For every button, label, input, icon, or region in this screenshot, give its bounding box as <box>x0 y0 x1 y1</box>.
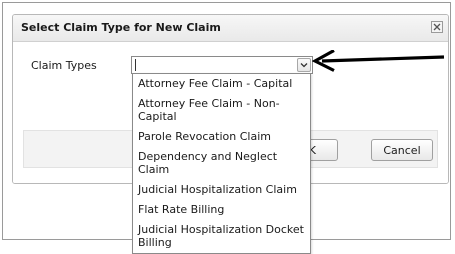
dropdown-option[interactable]: Judicial Hospitalization Docket Billing <box>133 220 310 253</box>
close-icon <box>433 23 441 31</box>
dropdown-option[interactable]: Attorney Fee Claim - Non-Capital <box>133 94 310 127</box>
text-cursor <box>135 59 136 71</box>
dropdown-option[interactable]: Attorney Fee Claim - Capital <box>133 74 310 94</box>
cancel-button[interactable]: Cancel <box>371 139 433 161</box>
claim-types-label: Claim Types <box>31 59 97 72</box>
arrow-left-icon <box>312 50 445 72</box>
claim-types-dropdown-list: Attorney Fee Claim - Capital Attorney Fe… <box>132 73 311 254</box>
dropdown-toggle-button[interactable] <box>297 58 311 72</box>
dropdown-option[interactable]: Parole Revocation Claim <box>133 127 310 147</box>
dialog-titlebar: Select Claim Type for New Claim <box>13 15 448 42</box>
chevron-down-icon <box>300 63 308 68</box>
claim-types-select[interactable] <box>131 56 313 74</box>
dropdown-option[interactable]: Judicial Hospitalization Claim <box>133 180 310 200</box>
dropdown-option[interactable]: Dependency and Neglect Claim <box>133 147 310 180</box>
screenshot-frame: Select Claim Type for New Claim Claim Ty… <box>2 2 451 254</box>
dropdown-option[interactable]: Flat Rate Billing <box>133 200 310 220</box>
dialog-title: Select Claim Type for New Claim <box>21 21 221 34</box>
close-button[interactable] <box>431 21 443 33</box>
